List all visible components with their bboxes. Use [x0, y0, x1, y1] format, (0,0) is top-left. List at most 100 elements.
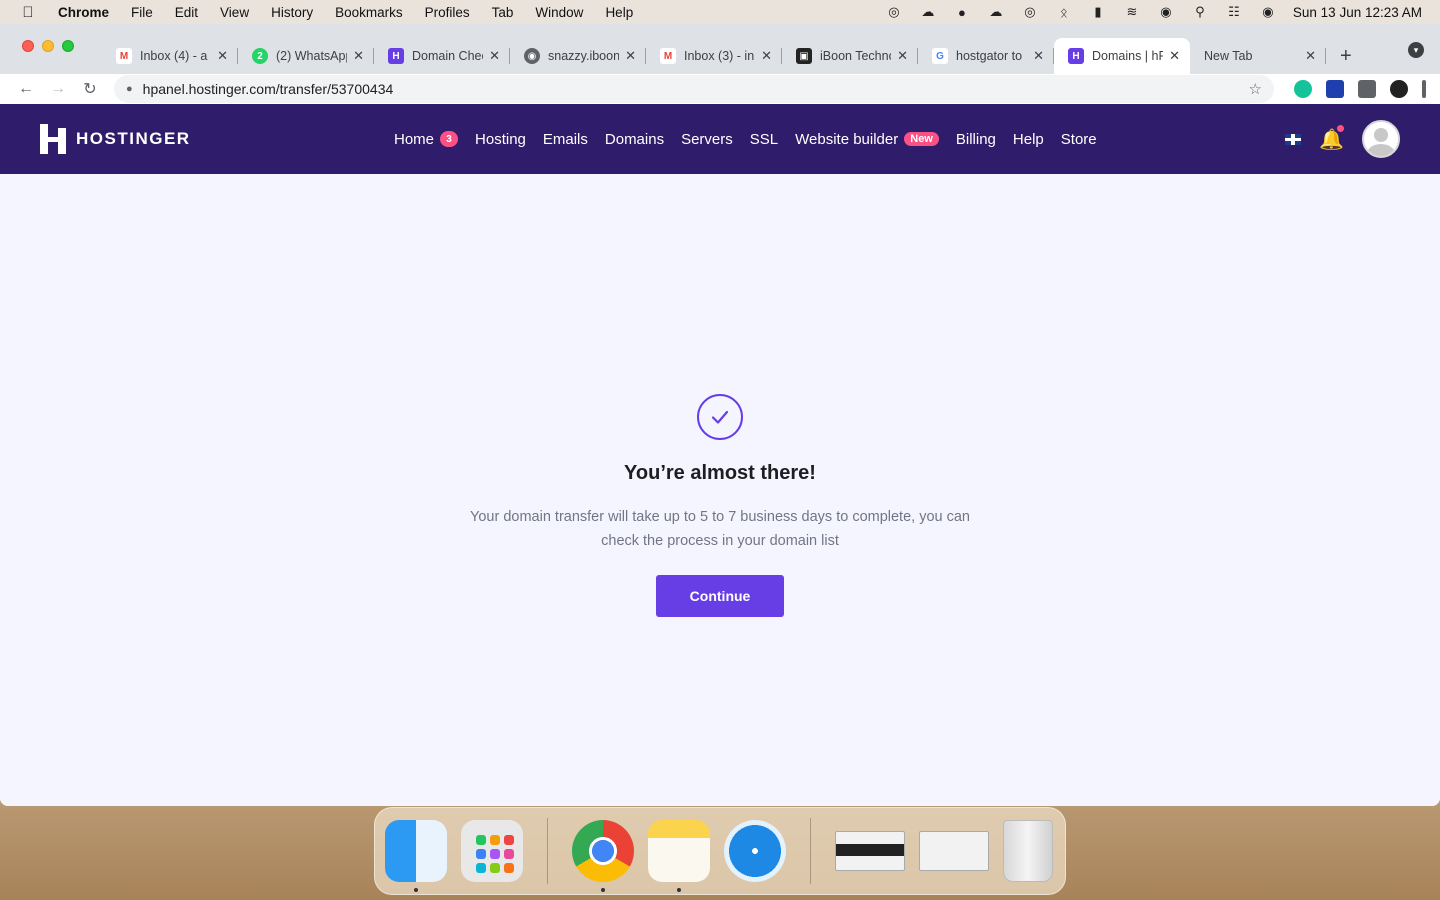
menu-profiles[interactable]: Profiles — [414, 5, 481, 20]
address-bar[interactable]: ● hpanel.hostinger.com/transfer/53700434… — [114, 75, 1274, 103]
close-tab-icon[interactable]: ✕ — [1305, 48, 1316, 64]
tab-whatsapp[interactable]: 2 (2) WhatsApp ✕ — [238, 38, 374, 74]
new-badge: New — [904, 132, 939, 146]
grammarly-extension-icon[interactable] — [1294, 80, 1312, 98]
uk-flag-language-icon[interactable] — [1285, 133, 1302, 145]
bluetooth-icon[interactable]: ᛟ — [1047, 5, 1081, 20]
apple-icon[interactable]:  — [0, 4, 56, 21]
tab-snazzy-iboon[interactable]: ◉ snazzy.iboon ✕ — [510, 38, 646, 74]
notes-icon[interactable] — [648, 820, 710, 892]
close-tab-icon[interactable]: ✕ — [1169, 48, 1180, 64]
spotlight-search-icon[interactable]: ⚲ — [1183, 4, 1217, 20]
tab-title: Inbox (3) - in — [684, 49, 755, 63]
notification-bell-icon[interactable]: 🔔 — [1319, 124, 1344, 152]
close-tab-icon[interactable]: ✕ — [625, 48, 636, 64]
reload-icon[interactable]: ↻ — [74, 79, 106, 99]
url-text[interactable]: hpanel.hostinger.com/transfer/53700434 — [143, 81, 394, 97]
hostinger-logo[interactable]: HOSTINGER — [40, 124, 394, 154]
nav-store[interactable]: Store — [1061, 131, 1097, 148]
nav-ssl[interactable]: SSL — [750, 131, 778, 148]
creative-cloud-icon[interactable]: ◎ — [877, 4, 911, 20]
tab-gmail-inbox-3[interactable]: M Inbox (3) - in ✕ — [646, 38, 782, 74]
nav-emails[interactable]: Emails — [543, 131, 588, 148]
menu-window[interactable]: Window — [524, 5, 594, 20]
menu-help[interactable]: Help — [594, 5, 644, 20]
home-notification-badge: 3 — [440, 131, 459, 147]
user-icon[interactable]: ◉ — [1149, 4, 1183, 20]
whatsapp-icon: 2 — [252, 48, 268, 64]
tabs: M Inbox (4) - a ✕ 2 (2) WhatsApp ✕ H Dom… — [102, 38, 1352, 74]
menubar-clock[interactable]: Sun 13 Jun 12:23 AM — [1285, 5, 1422, 20]
tab-domain-checker[interactable]: H Domain Checker ✕ — [374, 38, 510, 74]
nav-billing[interactable]: Billing — [956, 131, 996, 148]
nav-servers[interactable]: Servers — [681, 131, 733, 148]
nav-hosting[interactable]: Hosting — [475, 131, 526, 148]
hostinger-icon: H — [388, 48, 404, 64]
kebab-menu-icon[interactable] — [1422, 80, 1426, 98]
trash-icon[interactable] — [1003, 820, 1053, 882]
lock-icon[interactable]: ● — [126, 83, 133, 95]
window-controls — [22, 40, 74, 52]
browser-window: M Inbox (4) - a ✕ 2 (2) WhatsApp ✕ H Dom… — [0, 24, 1440, 806]
gmail-icon: M — [660, 48, 676, 64]
finder-icon[interactable] — [385, 820, 447, 892]
menu-edit[interactable]: Edit — [164, 5, 209, 20]
safari-icon[interactable] — [724, 820, 786, 882]
tab-search-chevron-icon[interactable]: ▾ — [1408, 42, 1424, 58]
user-avatar[interactable] — [1362, 120, 1400, 158]
close-tab-icon[interactable]: ✕ — [761, 48, 772, 64]
tab-hostgator-search[interactable]: G hostgator to ✕ — [918, 38, 1054, 74]
nav-help[interactable]: Help — [1013, 131, 1044, 148]
nav-website-builder[interactable]: Website builder New — [795, 131, 939, 148]
minimized-finder-window-thumbnail[interactable] — [919, 831, 989, 871]
menu-view[interactable]: View — [209, 5, 260, 20]
close-tab-icon[interactable]: ✕ — [217, 48, 228, 64]
close-tab-icon[interactable]: ✕ — [489, 48, 500, 64]
menu-history[interactable]: History — [260, 5, 324, 20]
airdrop-icon[interactable]: ◎ — [1013, 4, 1047, 20]
tab-title: (2) WhatsApp — [276, 49, 348, 63]
forward-arrow-icon[interactable]: → — [42, 80, 74, 98]
running-indicator — [601, 888, 605, 892]
close-window-button[interactable] — [22, 40, 34, 52]
launchpad-icon[interactable] — [461, 820, 523, 882]
bookmark-star-icon[interactable]: ☆ — [1249, 80, 1262, 98]
app-status-icon[interactable]: ● — [945, 5, 979, 20]
status-area: ◎ ☁ ● ☁ ◎ ᛟ ▮ ≋ ◉ ⚲ ☷ ◉ Sun 13 Jun 12:23… — [877, 4, 1440, 20]
close-tab-icon[interactable]: ✕ — [353, 48, 364, 64]
siri-icon[interactable]: ◉ — [1251, 4, 1285, 20]
cloud-sync-icon[interactable]: ☁ — [979, 4, 1013, 20]
minimized-chrome-window-thumbnail[interactable] — [835, 831, 905, 871]
chrome-icon[interactable] — [572, 820, 634, 892]
nav-label: Website builder — [795, 130, 899, 148]
tab-new-tab[interactable]: New Tab ✕ — [1190, 38, 1326, 74]
profile-avatar-icon[interactable] — [1390, 80, 1408, 98]
nav-domains[interactable]: Domains — [605, 131, 664, 148]
wifi-icon[interactable]: ≋ — [1115, 4, 1149, 20]
close-tab-icon[interactable]: ✕ — [1033, 48, 1044, 64]
new-tab-plus-icon[interactable]: + — [1340, 38, 1352, 74]
tab-title: Inbox (4) - a — [140, 49, 208, 63]
continue-button[interactable]: Continue — [656, 575, 784, 617]
menu-file[interactable]: File — [120, 5, 164, 20]
battery-icon[interactable]: ▮ — [1081, 4, 1115, 20]
nav-home[interactable]: Home 3 — [394, 131, 459, 148]
close-tab-icon[interactable]: ✕ — [897, 48, 908, 64]
minimize-window-button[interactable] — [42, 40, 54, 52]
back-arrow-icon[interactable]: ← — [10, 80, 42, 98]
menu-bookmarks[interactable]: Bookmarks — [324, 5, 414, 20]
extension-icon[interactable] — [1326, 80, 1344, 98]
main-content: You’re almost there! Your domain transfe… — [0, 174, 1440, 806]
puzzle-extensions-icon[interactable] — [1358, 80, 1376, 98]
control-center-icon[interactable]: ☷ — [1217, 4, 1251, 20]
cloud-icon[interactable]: ☁ — [911, 4, 945, 20]
tab-title: iBoon Techno — [820, 49, 892, 63]
menu-tab[interactable]: Tab — [481, 5, 525, 20]
tab-gmail-inbox-4[interactable]: M Inbox (4) - a ✕ — [102, 38, 238, 74]
tab-domains-hpanel[interactable]: H Domains | hP ✕ — [1054, 38, 1190, 74]
menu-app-chrome[interactable]: Chrome — [56, 5, 120, 20]
maximize-window-button[interactable] — [62, 40, 74, 52]
tab-iboon-techno[interactable]: ▣ iBoon Techno ✕ — [782, 38, 918, 74]
tab-title: hostgator to — [956, 49, 1023, 63]
transfer-description: Your domain transfer will take up to 5 t… — [470, 509, 970, 549]
